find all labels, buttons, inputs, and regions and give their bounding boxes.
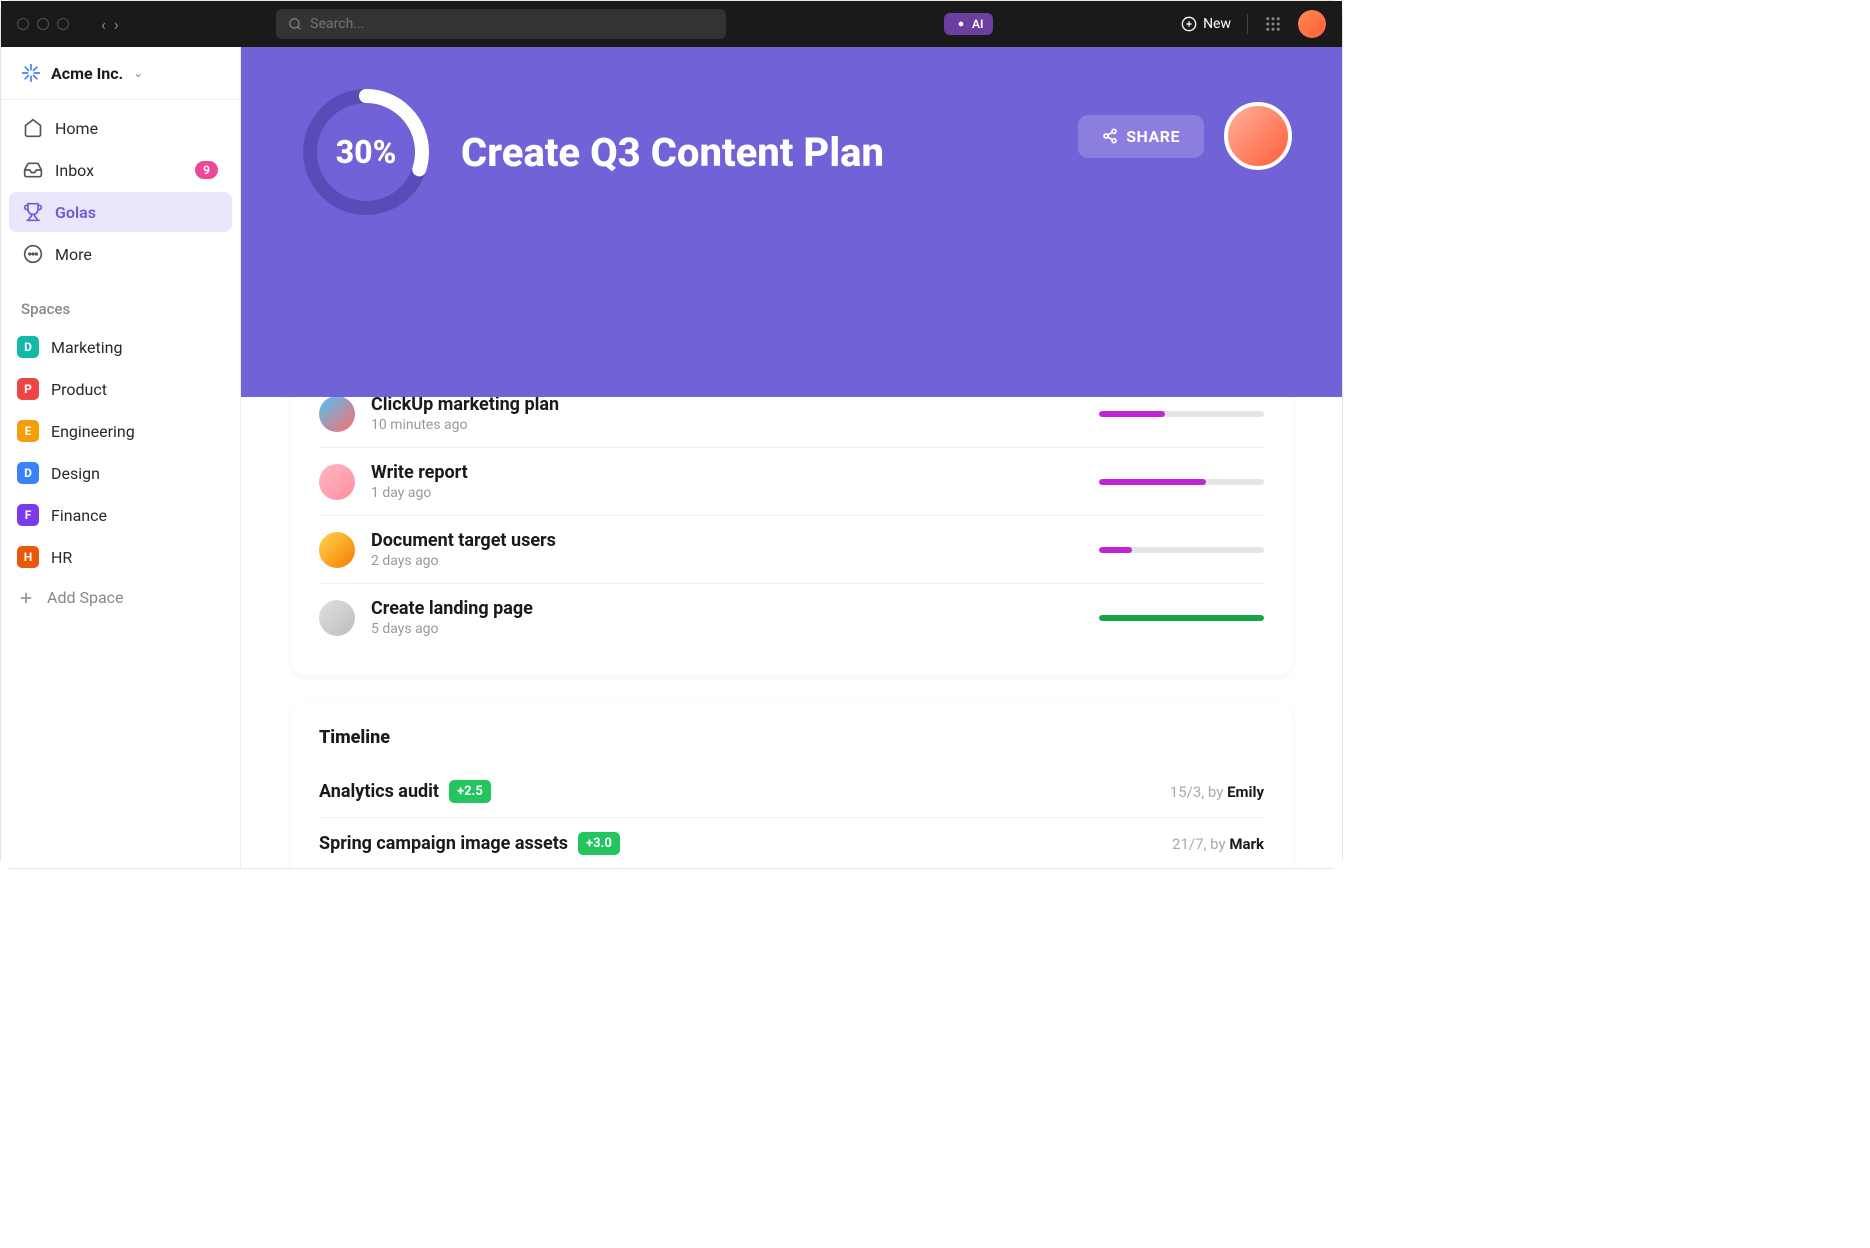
page-title: Create Q3 Content Plan: [461, 129, 884, 176]
nav-inbox[interactable]: Inbox 9: [9, 150, 232, 190]
space-name: Marketing: [51, 338, 122, 357]
spaces-list: D Marketing P Product E Engineering D Design F Fi…: [1, 326, 240, 578]
nav-more[interactable]: More: [9, 234, 232, 274]
forward-button[interactable]: ›: [114, 15, 119, 34]
new-label: New: [1203, 16, 1231, 32]
timeline-name: Analytics audit: [319, 781, 439, 802]
target-time: 10 minutes ago: [371, 417, 1083, 433]
timeline-item[interactable]: Analytics audit +2.5 15/3, by Emily: [319, 766, 1264, 818]
back-button[interactable]: ‹: [101, 15, 106, 34]
workspace-name: Acme Inc.: [51, 64, 123, 83]
ai-icon: [954, 17, 968, 31]
more-icon: [23, 244, 43, 264]
new-button[interactable]: New: [1181, 16, 1231, 32]
nav-home[interactable]: Home: [9, 108, 232, 148]
assignee-avatar: [319, 396, 355, 432]
progress-percent: 30%: [336, 133, 397, 171]
nav-goals[interactable]: Golas: [9, 192, 232, 232]
space-name: Product: [51, 380, 107, 399]
target-name: Document target users: [371, 530, 1083, 551]
chevron-down-icon: ⌄: [133, 66, 143, 80]
space-icon: E: [17, 420, 39, 442]
timeline-badge: +2.5: [449, 780, 491, 803]
space-name: Finance: [51, 506, 107, 525]
nav-label: More: [55, 245, 92, 264]
inbox-badge: 9: [195, 161, 218, 179]
topbar: ‹ › AI New: [1, 1, 1342, 47]
space-name: HR: [51, 548, 72, 567]
target-name: Write report: [371, 462, 1083, 483]
workspace-logo-icon: [21, 63, 41, 83]
search-box[interactable]: [276, 9, 726, 39]
progress-ring: 30%: [301, 87, 431, 217]
timeline-card: Timeline Analytics audit +2.5 15/3, by Emi…: [291, 703, 1292, 868]
maximize-window[interactable]: [57, 18, 69, 30]
timeline-meta: 15/3, by Emily: [1170, 783, 1264, 801]
sidebar: Acme Inc. ⌄ Home Inbox 9 Golas More Spac…: [1, 47, 241, 868]
space-item[interactable]: H HR: [1, 536, 240, 578]
target-time: 5 days ago: [371, 621, 1083, 637]
ai-button[interactable]: AI: [944, 13, 993, 35]
plus-icon: [17, 589, 35, 607]
share-label: SHARE: [1126, 127, 1180, 146]
timeline-name: Spring campaign image assets: [319, 833, 568, 854]
space-icon: P: [17, 378, 39, 400]
progress-bar: [1099, 411, 1264, 417]
close-window[interactable]: [17, 18, 29, 30]
content: 30% Create Q3 Content Plan SHARE Targets…: [241, 47, 1342, 868]
space-item[interactable]: E Engineering: [1, 410, 240, 452]
assignee-avatar: [319, 600, 355, 636]
assignee-avatar: [319, 532, 355, 568]
timeline-meta: 21/7, by Mark: [1172, 835, 1264, 853]
search-input[interactable]: [310, 16, 714, 32]
target-item[interactable]: Write report 1 day ago: [319, 448, 1264, 516]
plus-circle-icon: [1181, 16, 1197, 32]
space-name: Design: [51, 464, 100, 483]
target-time: 2 days ago: [371, 553, 1083, 569]
progress-bar: [1099, 615, 1264, 621]
window-controls: [17, 18, 69, 30]
space-item[interactable]: F Finance: [1, 494, 240, 536]
space-icon: D: [17, 336, 39, 358]
workspace-selector[interactable]: Acme Inc. ⌄: [1, 47, 240, 100]
nav-label: Inbox: [55, 161, 94, 180]
target-item[interactable]: Create landing page 5 days ago: [319, 584, 1264, 651]
space-icon: F: [17, 504, 39, 526]
timeline-item[interactable]: Spring campaign image assets +3.0 21/7, by…: [319, 818, 1264, 868]
trophy-icon: [23, 202, 43, 222]
owner-avatar[interactable]: [1224, 102, 1292, 170]
target-name: Create landing page: [371, 598, 1083, 619]
minimize-window[interactable]: [37, 18, 49, 30]
share-icon: [1102, 128, 1118, 144]
inbox-icon: [23, 160, 43, 180]
nav-label: Golas: [55, 203, 96, 222]
ai-label: AI: [972, 17, 983, 31]
divider: [1247, 14, 1248, 34]
space-item[interactable]: D Marketing: [1, 326, 240, 368]
add-space-label: Add Space: [47, 588, 124, 607]
target-item[interactable]: Document target users 2 days ago: [319, 516, 1264, 584]
timeline-title: Timeline: [319, 727, 1264, 748]
space-icon: H: [17, 546, 39, 568]
space-icon: D: [17, 462, 39, 484]
timeline-badge: +3.0: [578, 832, 620, 855]
progress-bar: [1099, 479, 1264, 485]
target-name: ClickUp marketing plan: [371, 394, 1083, 415]
spaces-label: Spaces: [1, 282, 240, 326]
apps-icon[interactable]: [1264, 15, 1282, 33]
progress-bar: [1099, 547, 1264, 553]
nav-label: Home: [55, 119, 98, 138]
space-item[interactable]: D Design: [1, 452, 240, 494]
search-icon: [288, 17, 302, 31]
nav-arrows: ‹ ›: [101, 15, 119, 34]
target-time: 1 day ago: [371, 485, 1083, 501]
space-item[interactable]: P Product: [1, 368, 240, 410]
share-button[interactable]: SHARE: [1078, 115, 1204, 158]
user-avatar[interactable]: [1298, 10, 1326, 38]
space-name: Engineering: [51, 422, 135, 441]
home-icon: [23, 118, 43, 138]
add-space-button[interactable]: Add Space: [1, 578, 240, 617]
assignee-avatar: [319, 464, 355, 500]
hero: 30% Create Q3 Content Plan SHARE: [241, 47, 1342, 397]
